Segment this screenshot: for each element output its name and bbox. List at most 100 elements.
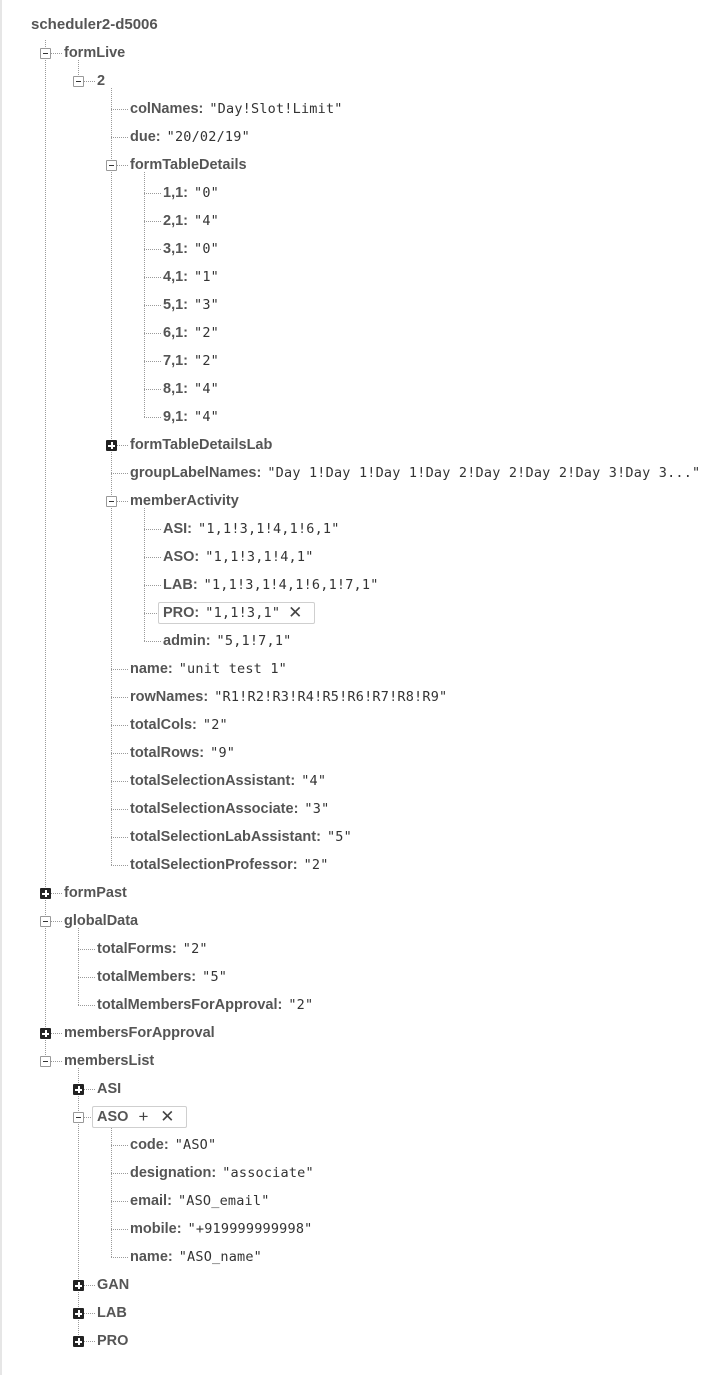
node-value[interactable]: "5" — [327, 829, 352, 845]
node-value[interactable]: "0" — [194, 185, 219, 201]
node-value[interactable]: "4" — [194, 409, 219, 425]
tree-node-aso[interactable]: ASO: "1,1!3,1!4,1" — [163, 543, 314, 571]
tree-connector — [144, 277, 161, 278]
tree-node-pro[interactable]: PRO: "1,1!3,1" — [163, 599, 280, 627]
node-value[interactable]: "1" — [194, 269, 219, 285]
tree-node-1-1[interactable]: 1,1: "0" — [163, 179, 219, 207]
node-value[interactable]: "3" — [304, 801, 329, 817]
collapse-icon[interactable] — [40, 1056, 51, 1067]
node-value[interactable]: "0" — [194, 241, 219, 257]
tree-node-4-1[interactable]: 4,1: "1" — [163, 263, 219, 291]
expand-icon[interactable] — [40, 1028, 51, 1039]
node-value[interactable]: "4" — [301, 773, 326, 789]
tree-node-totalselectionprofessor[interactable]: totalSelectionProfessor: "2" — [130, 851, 329, 879]
tree-node-asi[interactable]: ASI: "1,1!3,1!4,1!6,1" — [163, 515, 340, 543]
collapse-icon[interactable] — [40, 916, 51, 927]
collapse-icon[interactable] — [106, 160, 117, 171]
tree-node-7-1[interactable]: 7,1: "2" — [163, 347, 219, 375]
node-value[interactable]: "Day 1!Day 1!Day 1!Day 2!Day 2!Day 2!Day… — [267, 465, 700, 481]
tree-node-membersforapproval[interactable]: membersForApproval — [64, 1019, 215, 1047]
tree-node-name[interactable]: name: "unit test 1" — [130, 655, 287, 683]
expand-icon[interactable] — [73, 1308, 84, 1319]
tree-node-8-1[interactable]: 8,1: "4" — [163, 375, 219, 403]
add-child-button[interactable]: + — [135, 1107, 151, 1127]
node-value[interactable]: "2" — [288, 997, 313, 1013]
collapse-icon[interactable] — [73, 76, 84, 87]
tree-node-formlive[interactable]: formLive — [64, 39, 125, 67]
collapse-icon[interactable] — [73, 1112, 84, 1123]
node-value[interactable]: "ASO_name" — [179, 1249, 262, 1265]
collapse-icon[interactable] — [40, 48, 51, 59]
node-value[interactable]: "9" — [210, 745, 235, 761]
expand-icon[interactable] — [106, 440, 117, 451]
node-value[interactable]: "1,1!3,1!4,1!6,1!7,1" — [204, 577, 379, 593]
tree-node-gan[interactable]: GAN — [97, 1271, 129, 1299]
tree-node-lab[interactable]: LAB: "1,1!3,1!4,1!6,1!7,1" — [163, 571, 379, 599]
tree-node-totalselectionlabassistant[interactable]: totalSelectionLabAssistant: "5" — [130, 823, 352, 851]
tree-node-3-1[interactable]: 3,1: "0" — [163, 235, 219, 263]
tree-node-aso[interactable]: ASO — [97, 1103, 128, 1131]
node-value[interactable]: "4" — [194, 213, 219, 229]
tree-node-name[interactable]: name: "ASO_name" — [130, 1243, 262, 1271]
node-value[interactable]: "R1!R2!R3!R4!R5!R6!R7!R8!R9" — [214, 689, 447, 705]
root-node-label[interactable]: scheduler2-d5006 — [31, 11, 158, 39]
tree-node-formtabledetailslab[interactable]: formTableDetailsLab — [130, 431, 272, 459]
expand-icon[interactable] — [40, 888, 51, 899]
node-value[interactable]: "2" — [183, 941, 208, 957]
tree-node-email[interactable]: email: "ASO_email" — [130, 1187, 270, 1215]
tree-node-memberslist[interactable]: membersList — [64, 1047, 154, 1075]
node-value[interactable]: "20/02/19" — [167, 129, 250, 145]
node-value[interactable]: "associate" — [222, 1165, 314, 1181]
tree-node-admin[interactable]: admin: "5,1!7,1" — [163, 627, 292, 655]
node-value[interactable]: "1,1!3,1!4,1" — [205, 549, 313, 565]
node-value[interactable]: "4" — [194, 381, 219, 397]
node-value[interactable]: "+919999999998" — [188, 1221, 313, 1237]
tree-node-6-1[interactable]: 6,1: "2" — [163, 319, 219, 347]
node-value[interactable]: "Day!Slot!Limit" — [209, 101, 342, 117]
remove-node-button[interactable]: ✕ — [287, 603, 303, 623]
tree-node-rownames[interactable]: rowNames: "R1!R2!R3!R4!R5!R6!R7!R8!R9" — [130, 683, 447, 711]
node-value[interactable]: "2" — [304, 857, 329, 873]
tree-node-totalforms[interactable]: totalForms: "2" — [97, 935, 208, 963]
tree-node-totalselectionassociate[interactable]: totalSelectionAssociate: "3" — [130, 795, 329, 823]
node-value[interactable]: "2" — [194, 325, 219, 341]
node-value[interactable]: "2" — [194, 353, 219, 369]
tree-node-due[interactable]: due: "20/02/19" — [130, 123, 250, 151]
remove-node-button[interactable]: ✕ — [159, 1107, 175, 1127]
tree-node-formtabledetails[interactable]: formTableDetails — [130, 151, 247, 179]
tree-node-totalcols[interactable]: totalCols: "2" — [130, 711, 228, 739]
tree-node-totalselectionassistant[interactable]: totalSelectionAssistant: "4" — [130, 767, 326, 795]
expand-icon[interactable] — [73, 1336, 84, 1347]
node-value[interactable]: "1,1!3,1" — [205, 605, 280, 621]
tree-node-designation[interactable]: designation: "associate" — [130, 1159, 314, 1187]
tree-node-code[interactable]: code: "ASO" — [130, 1131, 216, 1159]
expand-icon[interactable] — [73, 1084, 84, 1095]
node-value[interactable]: "unit test 1" — [179, 661, 287, 677]
tree-node-lab[interactable]: LAB — [97, 1299, 127, 1327]
tree-node-pro[interactable]: PRO — [97, 1327, 128, 1355]
node-value[interactable]: "5,1!7,1" — [217, 633, 292, 649]
tree-node-asi[interactable]: ASI — [97, 1075, 121, 1103]
node-value[interactable]: "5" — [202, 969, 227, 985]
tree-node-totalmembers[interactable]: totalMembers: "5" — [97, 963, 227, 991]
tree-node-formpast[interactable]: formPast — [64, 879, 127, 907]
tree-node-memberactivity[interactable]: memberActivity — [130, 487, 239, 515]
node-value[interactable]: "1,1!3,1!4,1!6,1" — [198, 521, 340, 537]
tree-node-mobile[interactable]: mobile: "+919999999998" — [130, 1215, 313, 1243]
node-value[interactable]: "3" — [194, 297, 219, 313]
tree-node-9-1[interactable]: 9,1: "4" — [163, 403, 219, 431]
node-value[interactable]: "ASO_email" — [178, 1193, 270, 1209]
tree-node-totalrows[interactable]: totalRows: "9" — [130, 739, 235, 767]
tree-node-colnames[interactable]: colNames: "Day!Slot!Limit" — [130, 95, 343, 123]
expand-icon[interactable] — [73, 1280, 84, 1291]
tree-node-totalmembersforapproval[interactable]: totalMembersForApproval: "2" — [97, 991, 313, 1019]
tree-node-globaldata[interactable]: globalData — [64, 907, 138, 935]
collapse-icon[interactable] — [106, 496, 117, 507]
tree-node-2[interactable]: 2 — [97, 67, 105, 95]
node-key: name — [130, 661, 168, 677]
tree-node-5-1[interactable]: 5,1: "3" — [163, 291, 219, 319]
tree-node-grouplabelnames[interactable]: groupLabelNames: "Day 1!Day 1!Day 1!Day 2… — [130, 459, 700, 487]
node-value[interactable]: "ASO" — [175, 1137, 217, 1153]
tree-node-2-1[interactable]: 2,1: "4" — [163, 207, 219, 235]
node-value[interactable]: "2" — [203, 717, 228, 733]
